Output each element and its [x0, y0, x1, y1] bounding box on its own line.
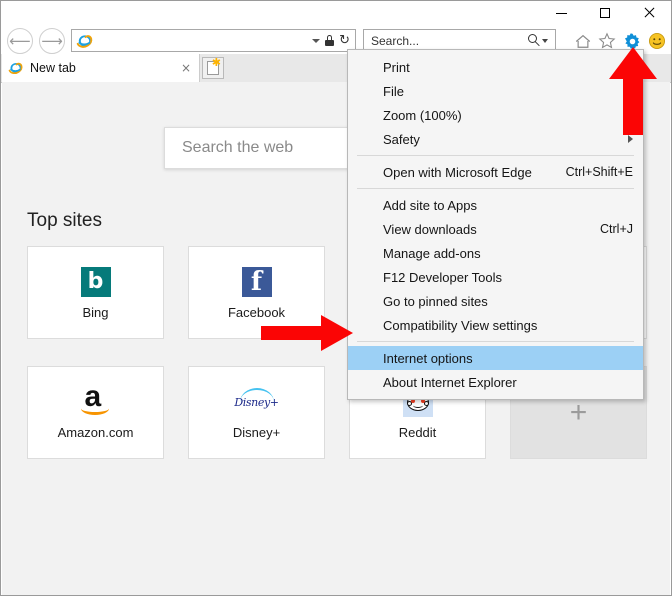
- tile-label: Facebook: [227, 305, 286, 320]
- menu-separator: [357, 188, 634, 189]
- search-provider-chevron-down-icon[interactable]: [542, 38, 548, 43]
- menu-item-zoom[interactable]: Zoom (100%): [348, 103, 643, 127]
- menu-item-label: Zoom (100%): [383, 107, 462, 123]
- home-button[interactable]: [573, 31, 593, 51]
- disney-plus-logo-icon: Disney+: [234, 385, 279, 419]
- tab-label: New tab: [30, 61, 76, 75]
- tile-disney-plus[interactable]: Disney+ Disney+: [188, 366, 325, 459]
- forward-arrow-icon: ⟶: [41, 31, 63, 50]
- tile-bing[interactable]: b Bing: [27, 246, 164, 339]
- menu-item-internet-options[interactable]: Internet options: [348, 346, 643, 370]
- lock-icon[interactable]: [325, 35, 335, 46]
- bing-logo-icon: b: [79, 265, 113, 299]
- menu-item-go-to-pinned-sites[interactable]: Go to pinned sites: [348, 289, 643, 313]
- maximize-button[interactable]: [583, 1, 627, 25]
- close-button[interactable]: [627, 1, 671, 25]
- menu-item-label: File: [383, 83, 404, 99]
- menu-item-add-site-to-apps[interactable]: Add site to Apps: [348, 193, 643, 217]
- settings-menu: Print File Zoom (100%) Safety Open with …: [347, 49, 644, 400]
- ie-logo-icon: [76, 32, 94, 50]
- menu-item-label: F12 Developer Tools: [383, 269, 502, 285]
- favorites-button[interactable]: [597, 31, 617, 51]
- home-icon: [575, 34, 591, 48]
- amazon-logo-icon: a: [79, 382, 113, 419]
- new-tab-page-icon: ✱: [207, 57, 221, 75]
- top-sites-heading: Top sites: [27, 210, 102, 231]
- close-icon: [643, 7, 655, 19]
- menu-item-label: Compatibility View settings: [383, 317, 538, 333]
- plus-icon: +: [569, 395, 588, 429]
- forward-button[interactable]: ⟶: [39, 28, 65, 54]
- menu-item-label: Print: [383, 59, 410, 75]
- gear-icon: [624, 32, 639, 49]
- menu-item-shortcut: Ctrl+Shift+E: [565, 165, 633, 179]
- menu-item-label: Add site to Apps: [383, 197, 477, 213]
- search-icon[interactable]: [528, 34, 540, 47]
- search-input[interactable]: [364, 30, 528, 51]
- address-bar[interactable]: ↻: [71, 29, 356, 52]
- menu-item-label: Manage add-ons: [383, 245, 481, 261]
- menu-item-about-internet-explorer[interactable]: About Internet Explorer: [348, 370, 643, 394]
- menu-item-open-with-microsoft-edge[interactable]: Open with Microsoft Edge Ctrl+Shift+E: [348, 160, 643, 184]
- tile-label: Reddit: [398, 425, 437, 440]
- address-input[interactable]: [94, 30, 313, 51]
- settings-button[interactable]: [622, 31, 642, 51]
- chevron-down-icon[interactable]: [312, 38, 321, 43]
- title-bar: [1, 1, 671, 25]
- address-bar-icons: ↻: [312, 34, 355, 47]
- new-tab-button[interactable]: ✱: [202, 57, 224, 79]
- tab-new-tab[interactable]: New tab ×: [2, 54, 200, 82]
- menu-item-label: About Internet Explorer: [383, 374, 517, 390]
- menu-item-label: Safety: [383, 131, 420, 147]
- star-icon: [598, 32, 616, 49]
- menu-separator: [357, 341, 634, 342]
- internet-explorer-window: ⟵ ⟶ ↻ Search... New tab × ✱ Search the w…: [0, 0, 672, 596]
- facebook-logo-icon: f: [240, 265, 274, 299]
- back-button[interactable]: ⟵: [7, 28, 33, 54]
- menu-item-label: Go to pinned sites: [383, 293, 488, 309]
- menu-item-label: Internet options: [383, 350, 473, 366]
- menu-item-f12-developer-tools[interactable]: F12 Developer Tools: [348, 265, 643, 289]
- menu-separator: [357, 155, 634, 156]
- back-arrow-icon: ⟵: [9, 31, 31, 50]
- menu-item-file[interactable]: File: [348, 79, 643, 103]
- tile-facebook[interactable]: f Facebook: [188, 246, 325, 339]
- minimize-icon: [555, 12, 567, 14]
- menu-item-label: View downloads: [383, 221, 477, 237]
- menu-item-compatibility-view-settings[interactable]: Compatibility View settings: [348, 313, 643, 337]
- ie-logo-icon: [8, 60, 24, 76]
- menu-item-manage-add-ons[interactable]: Manage add-ons: [348, 241, 643, 265]
- tab-close-icon[interactable]: ×: [181, 61, 191, 75]
- tile-label: Bing: [82, 305, 109, 320]
- menu-item-view-downloads[interactable]: View downloads Ctrl+J: [348, 217, 643, 241]
- minimize-button[interactable]: [539, 1, 583, 25]
- tile-label: Amazon.com: [57, 425, 134, 440]
- tile-label: Disney+: [232, 425, 281, 440]
- new-tab-star-icon: ✱: [211, 57, 221, 69]
- feedback-button[interactable]: [647, 31, 667, 51]
- tile-amazon[interactable]: a Amazon.com: [27, 366, 164, 459]
- chevron-right-icon: [628, 135, 633, 143]
- menu-item-safety[interactable]: Safety: [348, 127, 643, 151]
- smiley-face-icon: [648, 32, 666, 50]
- menu-item-label: Open with Microsoft Edge: [383, 164, 532, 180]
- maximize-icon: [600, 8, 610, 18]
- menu-item-print[interactable]: Print: [348, 55, 643, 79]
- refresh-icon[interactable]: ↻: [339, 34, 350, 47]
- menu-item-shortcut: Ctrl+J: [600, 222, 633, 236]
